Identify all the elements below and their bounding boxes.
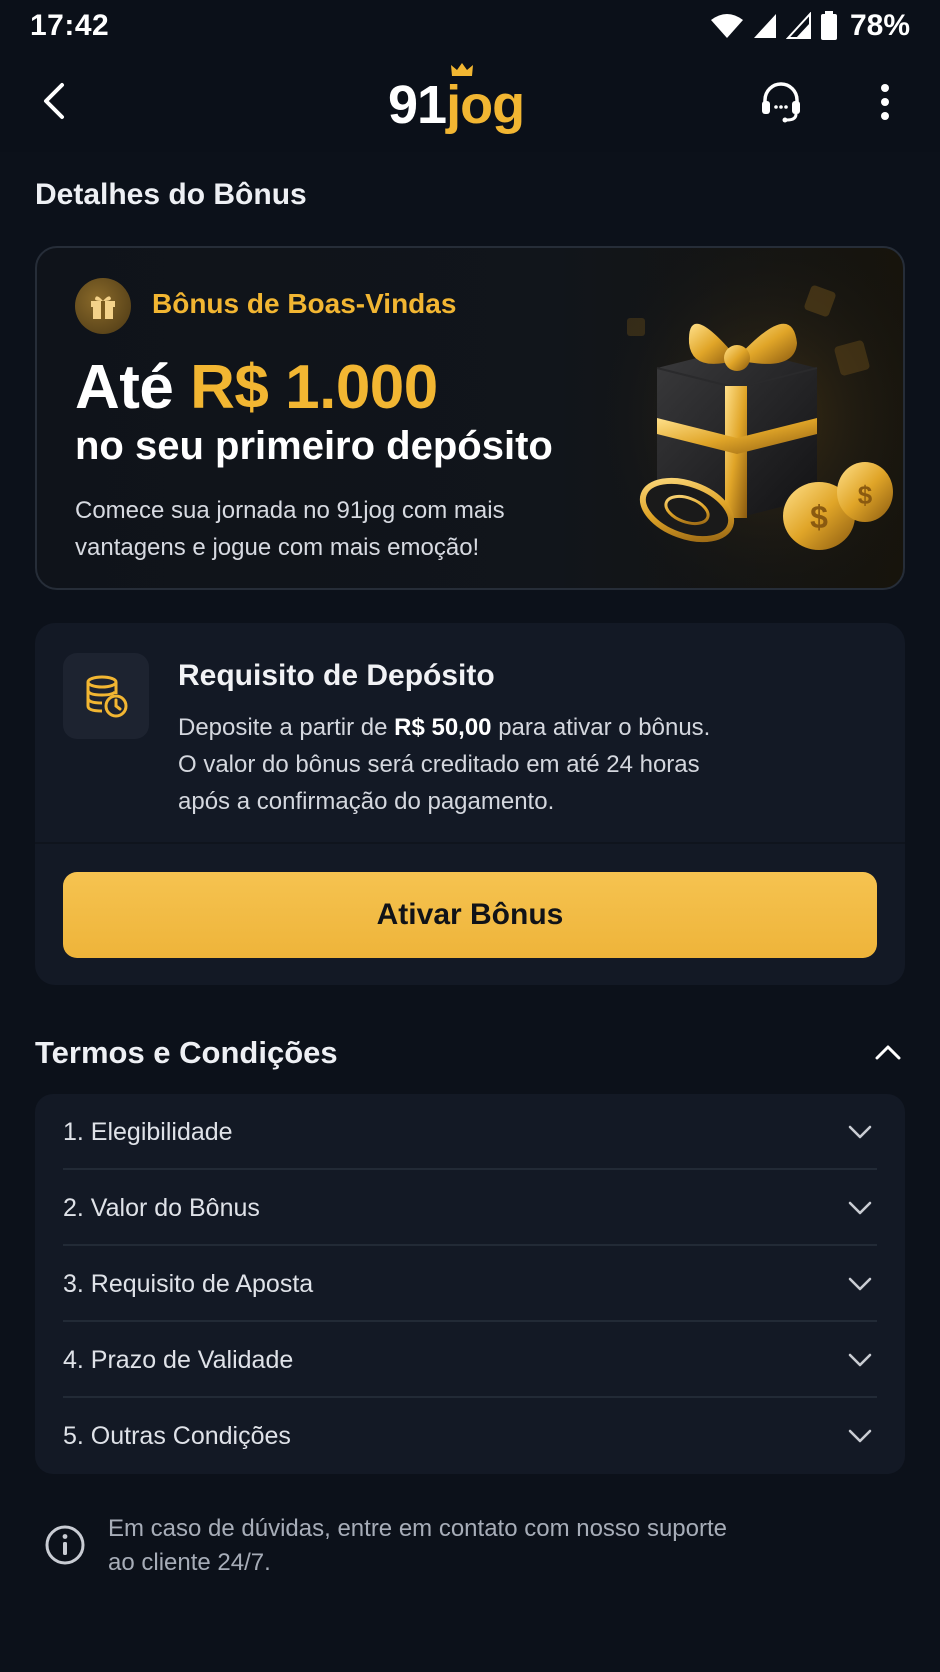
chevron-down-icon [845, 1117, 875, 1147]
support-info-text: Em caso de dúvidas, entre em contato com… [108, 1515, 727, 1576]
bonus-amount: Até R$ 1.000 [75, 352, 438, 423]
signal-icon [785, 12, 811, 39]
deposit-requirement-card: Requisito de Depósito Deposite a partir … [35, 623, 905, 985]
term-item-requisito-aposta[interactable]: 3. Requisito de Aposta [63, 1246, 877, 1322]
page-title: Detalhes do Bônus [35, 178, 307, 211]
bonus-amount-prefix: Até [75, 353, 191, 422]
chevron-down-icon [845, 1345, 875, 1375]
term-label: 5. Outras Condições [63, 1421, 291, 1450]
gift-icon [91, 296, 115, 319]
term-item-outras-condicoes[interactable]: 5. Outras Condições [63, 1398, 877, 1474]
bonus-badge-label: Bônus de Boas-Vindas [152, 288, 457, 319]
bonus-subtitle: no seu primeiro depósito [75, 424, 553, 468]
welcome-bonus-card: Bônus de Boas-Vindas Até R$ 1.000 no seu… [35, 246, 905, 590]
term-item-prazo-validade[interactable]: 4. Prazo de Validade [63, 1322, 877, 1398]
term-label: 1. Elegibilidade [63, 1117, 233, 1146]
svg-text:$: $ [810, 499, 828, 535]
deposit-icon-box [63, 653, 149, 739]
battery-percent: 78% [849, 9, 910, 42]
deposit-title: Requisito de Depósito [178, 659, 495, 692]
terms-list: 1. Elegibilidade 2. Valor do Bônus 3. Re… [35, 1094, 905, 1474]
deposit-description: Deposite a partir de R$ 50,00 para ativa… [178, 709, 798, 820]
term-item-valor-bonus[interactable]: 2. Valor do Bônus [63, 1170, 877, 1246]
battery-icon [820, 11, 837, 40]
chevron-down-icon [845, 1421, 875, 1451]
app-bar: 91 jog [0, 52, 940, 152]
deposit-min-amount: R$ 50,00 [394, 714, 492, 741]
more-options-button[interactable] [862, 76, 908, 128]
logo-word: jog [446, 75, 525, 135]
term-label: 2. Valor do Bônus [63, 1193, 260, 1222]
chevron-up-icon [875, 1045, 901, 1060]
info-icon [45, 1525, 85, 1565]
terms-title: Termos e Condições [35, 1035, 338, 1070]
card-divider [35, 842, 905, 844]
bonus-amount-value: R$ 1.000 [190, 353, 438, 422]
back-button[interactable] [30, 76, 80, 126]
status-bar: 17:42 78% [0, 0, 940, 52]
gift-badge [75, 278, 131, 334]
bonus-description: Comece sua jornada no 91jog com mais van… [75, 497, 505, 561]
terms-collapse-toggle[interactable] [868, 1036, 908, 1068]
term-label: 3. Requisito de Aposta [63, 1269, 314, 1298]
status-time: 17:42 [30, 9, 110, 42]
app-logo: 91 jog [388, 63, 558, 136]
headset-icon [762, 82, 800, 123]
coin-stack-icon [86, 675, 128, 718]
status-icons: 78% [710, 9, 910, 43]
deposit-text-before: Deposite a partir de [178, 714, 395, 741]
crown-icon [451, 63, 473, 76]
deposit-credit-note: O valor do bônus será creditado em até 2… [178, 751, 700, 815]
activate-bonus-button[interactable]: Ativar Bônus [63, 872, 877, 958]
deposit-text-after: para ativar o bônus. [491, 714, 711, 741]
support-button[interactable] [755, 76, 807, 128]
svg-text:$: $ [858, 480, 873, 510]
chevron-down-icon [845, 1269, 875, 1299]
term-item-elegibilidade[interactable]: 1. Elegibilidade [63, 1094, 877, 1170]
chevron-down-icon [845, 1193, 875, 1223]
logo-number: 91 [388, 75, 447, 135]
term-label: 4. Prazo de Validade [63, 1345, 294, 1374]
back-icon [44, 83, 64, 119]
more-vertical-icon [881, 84, 889, 120]
wifi-icon [710, 14, 743, 38]
signal-icon [753, 14, 776, 38]
gift-box-illustration: $ $ [597, 248, 903, 588]
